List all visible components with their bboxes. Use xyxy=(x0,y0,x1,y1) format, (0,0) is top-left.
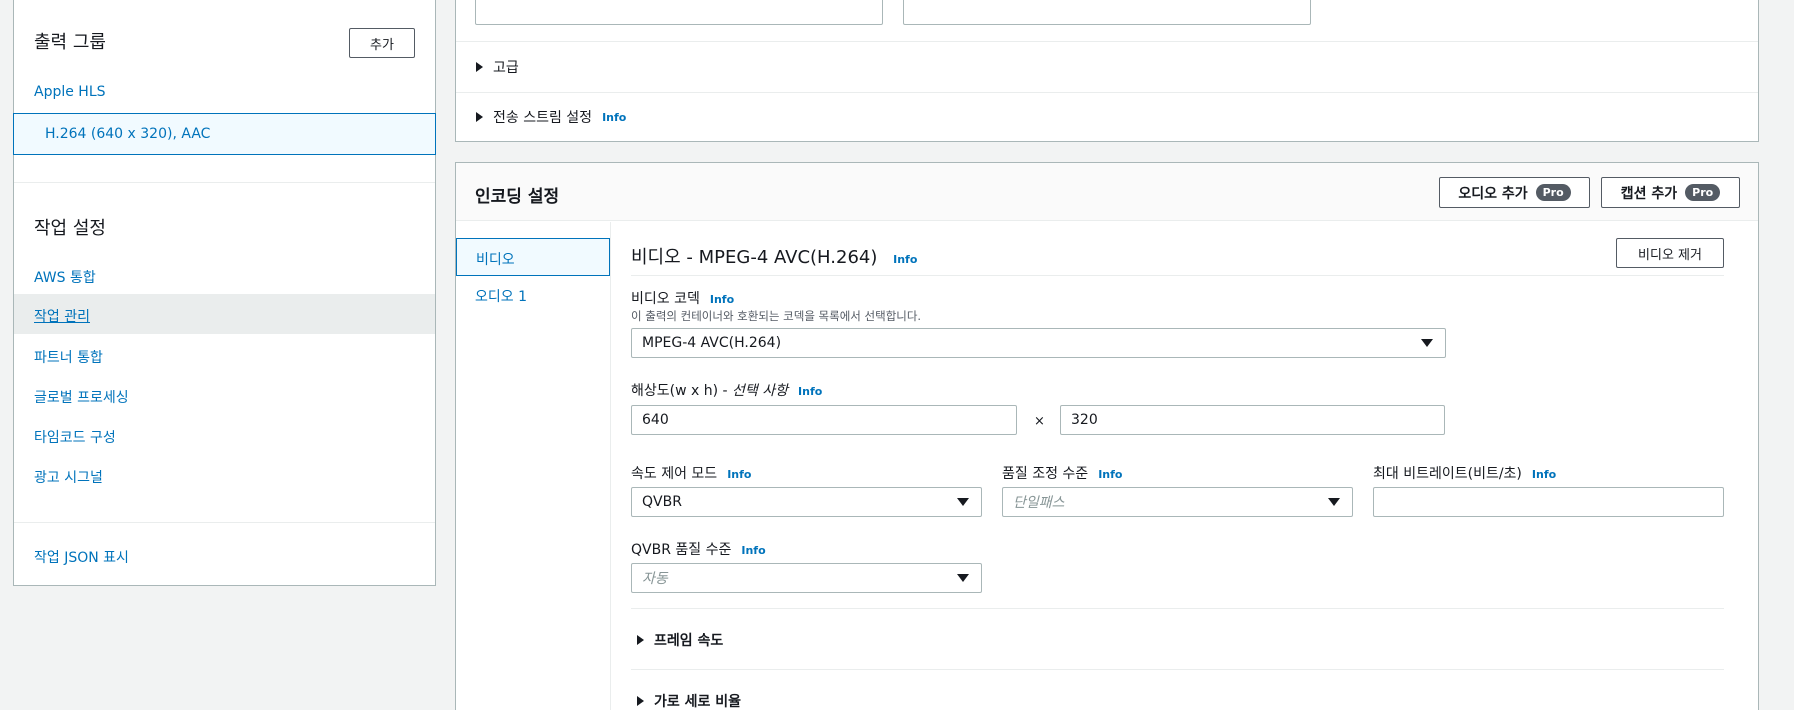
video-section-heading: 비디오 - MPEG-4 AVC(H.264) Info xyxy=(631,243,917,269)
qvbr-quality-label: QVBR 품질 수준 Info xyxy=(631,539,766,559)
tabs-column-divider xyxy=(610,222,611,710)
sidebar-item-partner-integration[interactable]: 파트너 통합 xyxy=(34,347,103,367)
advanced-expander[interactable]: 고급 xyxy=(476,57,519,77)
resolution-times-sign: × xyxy=(1034,414,1045,429)
advanced-label: 고급 xyxy=(493,60,519,76)
selected-output-item[interactable]: H.264 (640 x 320), AAC xyxy=(13,113,436,155)
quality-tuning-info-link[interactable]: Info xyxy=(1098,468,1122,481)
transport-stream-info-link[interactable]: Info xyxy=(602,111,626,124)
chevron-down-icon xyxy=(1328,498,1340,506)
expand-triangle-icon xyxy=(637,635,644,645)
rate-control-value: QVBR xyxy=(642,494,682,510)
codec-select-value: MPEG-4 AVC(H.264) xyxy=(642,335,782,351)
qvbr-quality-info-link[interactable]: Info xyxy=(741,544,765,557)
expand-triangle-icon xyxy=(476,62,483,72)
tab-video-label: 비디오 xyxy=(476,252,515,268)
max-bitrate-label-text: 최대 비트레이트(비트/초) xyxy=(1373,466,1522,482)
pro-badge: Pro xyxy=(1685,184,1721,201)
expand-triangle-icon xyxy=(476,112,483,122)
video-divider-2 xyxy=(631,669,1724,670)
codec-select[interactable]: MPEG-4 AVC(H.264) xyxy=(631,328,1446,358)
group-apple-hls[interactable]: Apple HLS xyxy=(34,84,106,100)
add-audio-button[interactable]: 오디오 추가 Pro xyxy=(1439,177,1590,208)
codec-label-text: 비디오 코덱 xyxy=(631,291,700,307)
rate-control-info-link[interactable]: Info xyxy=(727,468,751,481)
quality-tuning-placeholder: 단일패스 xyxy=(1013,495,1065,511)
video-header-divider xyxy=(631,275,1724,276)
rate-control-label: 속도 제어 모드 Info xyxy=(631,463,751,483)
sidebar-divider-2 xyxy=(14,522,435,523)
video-divider-1 xyxy=(631,608,1724,609)
resolution-info-link[interactable]: Info xyxy=(798,385,822,398)
job-settings-title: 작업 설정 xyxy=(34,218,106,239)
output-group-title: 출력 그룹 xyxy=(34,32,106,53)
tab-video[interactable]: 비디오 xyxy=(456,238,610,276)
aspect-ratio-label: 가로 세로 비율 xyxy=(654,694,742,710)
max-bitrate-info-link[interactable]: Info xyxy=(1532,468,1556,481)
tab-audio-1[interactable]: 오디오 1 xyxy=(456,279,610,309)
remove-video-button[interactable]: 비디오 제거 xyxy=(1616,238,1724,268)
sidebar-item-aws-integration[interactable]: AWS 통합 xyxy=(34,267,96,287)
top-field-right[interactable] xyxy=(903,0,1311,25)
video-heading-info-link[interactable]: Info xyxy=(893,253,917,266)
transport-stream-label: 전송 스트림 설정 xyxy=(493,110,593,126)
transport-stream-expander[interactable]: 전송 스트림 설정 Info xyxy=(476,107,626,127)
show-job-json-link[interactable]: 작업 JSON 표시 xyxy=(34,547,129,567)
sidebar-item-job-management[interactable]: 작업 관리 xyxy=(34,306,90,326)
codec-description: 이 출력의 컨테이너와 호환되는 코덱을 목록에서 선택합니다. xyxy=(631,309,922,323)
rate-control-select[interactable]: QVBR xyxy=(631,487,982,517)
chevron-down-icon xyxy=(1421,339,1433,347)
resolution-height-input[interactable]: 320 xyxy=(1060,405,1445,435)
resolution-label: 해상도(w x h) - 선택 사항 Info xyxy=(631,380,822,400)
max-bitrate-input[interactable] xyxy=(1373,487,1724,517)
resolution-width-input[interactable]: 640 xyxy=(631,405,1017,435)
add-caption-button[interactable]: 캡션 추가 Pro xyxy=(1601,177,1740,208)
chevron-down-icon xyxy=(957,574,969,582)
tab-audio-1-label: 오디오 1 xyxy=(475,289,527,305)
sidebar-divider-1 xyxy=(14,182,435,183)
sidebar-item-timecode-config[interactable]: 타임코드 구성 xyxy=(34,427,116,447)
frame-rate-expander[interactable]: 프레임 속도 xyxy=(637,630,723,650)
sidebar-item-global-processing[interactable]: 글로벌 프로세싱 xyxy=(34,387,129,407)
add-audio-label: 오디오 추가 xyxy=(1458,185,1528,202)
max-bitrate-label: 최대 비트레이트(비트/초) Info xyxy=(1373,463,1556,483)
qvbr-quality-label-text: QVBR 품질 수준 xyxy=(631,542,732,558)
codec-label: 비디오 코덱 Info xyxy=(631,288,734,308)
quality-tuning-label: 품질 조정 수준 Info xyxy=(1002,463,1122,483)
qvbr-quality-placeholder: 자동 xyxy=(642,571,668,587)
codec-info-link[interactable]: Info xyxy=(710,293,734,306)
qvbr-quality-select[interactable]: 자동 xyxy=(631,563,982,593)
aspect-ratio-expander[interactable]: 가로 세로 비율 xyxy=(637,691,741,710)
rate-control-label-text: 속도 제어 모드 xyxy=(631,466,718,482)
top-divider-2 xyxy=(456,92,1758,93)
add-caption-label: 캡션 추가 xyxy=(1620,185,1678,202)
pro-badge: Pro xyxy=(1535,184,1571,201)
top-field-left[interactable] xyxy=(475,0,883,25)
quality-tuning-select[interactable]: 단일패스 xyxy=(1002,487,1353,517)
video-heading-text: 비디오 - MPEG-4 AVC(H.264) xyxy=(631,247,878,268)
quality-tuning-label-text: 품질 조정 수준 xyxy=(1002,466,1089,482)
resolution-height-value: 320 xyxy=(1071,412,1098,428)
sidebar-item-ad-signaling[interactable]: 광고 시그널 xyxy=(34,467,103,487)
resolution-optional-text: 선택 사항 xyxy=(732,383,789,399)
expand-triangle-icon xyxy=(637,696,644,706)
encoding-settings-title: 인코딩 설정 xyxy=(475,187,560,207)
chevron-down-icon xyxy=(957,498,969,506)
top-divider-1 xyxy=(456,41,1758,42)
resolution-width-value: 640 xyxy=(642,412,669,428)
frame-rate-label: 프레임 속도 xyxy=(654,633,724,649)
selected-output-label: H.264 (640 x 320), AAC xyxy=(45,126,211,142)
resolution-label-text: 해상도(w x h) - xyxy=(631,383,733,399)
add-output-group-button[interactable]: 추가 xyxy=(349,28,415,58)
